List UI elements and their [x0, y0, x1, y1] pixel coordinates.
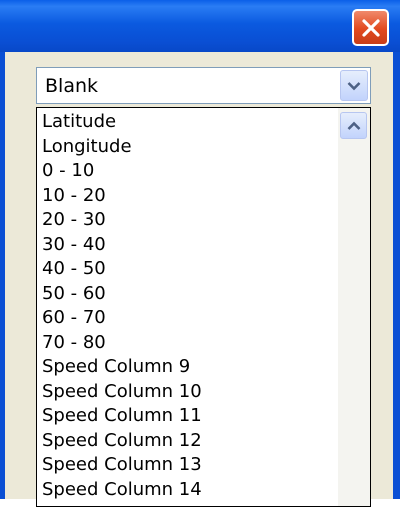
chevron-down-icon [347, 81, 361, 90]
list-item[interactable]: Speed Column 13 [42, 453, 332, 478]
list-item[interactable]: 30 - 40 [42, 233, 332, 258]
dropdown-selected-value: Blank [45, 75, 99, 97]
list-item[interactable]: 70 - 80 [42, 331, 332, 356]
list-item[interactable]: Speed Column 12 [42, 429, 332, 454]
list-item[interactable]: 60 - 70 [42, 306, 332, 331]
close-icon [361, 18, 380, 37]
list-item[interactable]: Speed Column 14 [42, 478, 332, 503]
dropdown-arrow-button[interactable] [340, 70, 368, 101]
list-item[interactable]: 0 - 10 [42, 159, 332, 184]
list-item[interactable]: Longitude [42, 135, 332, 160]
close-button[interactable] [352, 9, 389, 46]
scroll-up-button[interactable] [340, 112, 367, 139]
dialog-client-area: Blank Latitude Longitude 0 - 10 10 - 20 20 -… [5, 52, 393, 507]
chevron-up-icon [347, 121, 360, 130]
list-item[interactable]: 20 - 30 [42, 208, 332, 233]
column-dropdown[interactable]: Blank [36, 67, 371, 104]
list-item[interactable]: 50 - 60 [42, 282, 332, 307]
window-frame-right [393, 52, 400, 499]
list-items-container: Latitude Longitude 0 - 10 10 - 20 20 - 30 30 … [42, 110, 332, 502]
vertical-scrollbar[interactable] [338, 108, 370, 506]
list-item[interactable]: 10 - 20 [42, 184, 332, 209]
list-item[interactable]: Speed Column 11 [42, 404, 332, 429]
list-item[interactable]: Speed Column 9 [42, 355, 332, 380]
list-item[interactable]: Speed Column 10 [42, 380, 332, 405]
title-bar[interactable] [0, 0, 400, 52]
list-item[interactable]: Latitude [42, 110, 332, 135]
list-item[interactable]: 40 - 50 [42, 257, 332, 282]
dialog-window: Blank Latitude Longitude 0 - 10 10 - 20 20 -… [0, 0, 400, 507]
column-list[interactable]: Latitude Longitude 0 - 10 10 - 20 20 - 30 30 … [36, 107, 371, 507]
